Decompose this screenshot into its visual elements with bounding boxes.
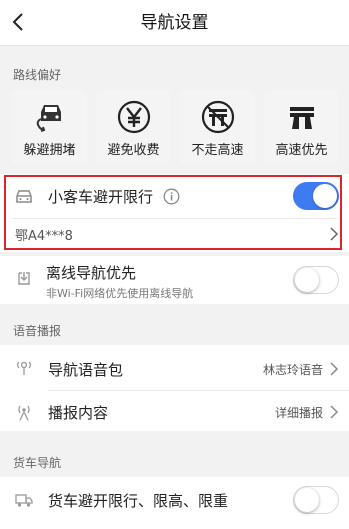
option-label: 躲避拥堵 (23, 143, 76, 158)
plate-row[interactable]: 鄂A4***8 (0, 219, 349, 249)
section-title-truck: 货车导航 (13, 456, 62, 470)
offline-row: 离线导航优先 非Wi-Fi网络优先使用离线导航 (0, 256, 349, 304)
plate-number: 鄂A4***8 (15, 229, 73, 244)
header-bar: 导航设置 (0, 0, 349, 46)
toggle-knob (295, 268, 319, 292)
highway-first-icon (283, 98, 321, 136)
option-label: 高速优先 (275, 143, 328, 158)
truck-row: 货车避开限行、限高、限重 (0, 477, 349, 523)
car-icon (15, 187, 33, 205)
avoid-toll-icon (115, 98, 153, 136)
chevron-left-icon (12, 13, 23, 31)
broadcast-icon (15, 403, 33, 421)
offline-label: 离线导航优先 (46, 264, 137, 282)
toggle-knob (295, 488, 319, 512)
voice-content-row[interactable]: 播报内容 详细播报 (0, 391, 349, 432)
option-label: 避免收费 (107, 143, 160, 158)
offline-toggle[interactable] (293, 266, 339, 294)
back-button[interactable] (6, 8, 30, 36)
voice-content-label: 播报内容 (48, 404, 109, 422)
voice-pack-row[interactable]: 导航语音包 林志玲语音 (0, 347, 349, 390)
restriction-row: 小客车避开限行 (0, 174, 349, 218)
no-highway-icon (199, 98, 237, 136)
option-avoid-toll[interactable]: 避免收费 (96, 90, 171, 164)
chevron-right-icon (330, 362, 339, 376)
chevron-right-icon (330, 405, 339, 419)
option-no-highway[interactable]: 不走高速 (180, 90, 255, 164)
page-title: 导航设置 (140, 13, 209, 33)
restriction-label: 小客车避开限行 (48, 188, 154, 206)
option-highway-first[interactable]: 高速优先 (264, 90, 339, 164)
voice-pack-label: 导航语音包 (48, 361, 124, 379)
truck-toggle[interactable] (293, 486, 339, 514)
chevron-right-icon (330, 227, 339, 241)
voice-content-value: 详细播报 (274, 406, 323, 420)
option-avoid-congestion[interactable]: 躲避拥堵 (12, 90, 87, 164)
truck-label: 货车避开限行、限高、限重 (48, 492, 229, 510)
section-title-voice: 语音播报 (13, 324, 62, 338)
voice-pack-icon (15, 359, 33, 377)
download-icon (15, 269, 33, 287)
voice-pack-value: 林志玲语音 (262, 363, 323, 377)
section-title-route: 路线偏好 (13, 68, 62, 82)
toggle-knob (313, 184, 337, 208)
offline-subtitle: 非Wi-Fi网络优先使用离线导航 (46, 287, 194, 300)
restriction-toggle[interactable] (293, 182, 339, 210)
option-label: 不走高速 (191, 143, 244, 158)
truck-icon (15, 491, 33, 509)
avoid-congestion-icon (31, 98, 69, 136)
info-icon[interactable] (163, 188, 180, 209)
